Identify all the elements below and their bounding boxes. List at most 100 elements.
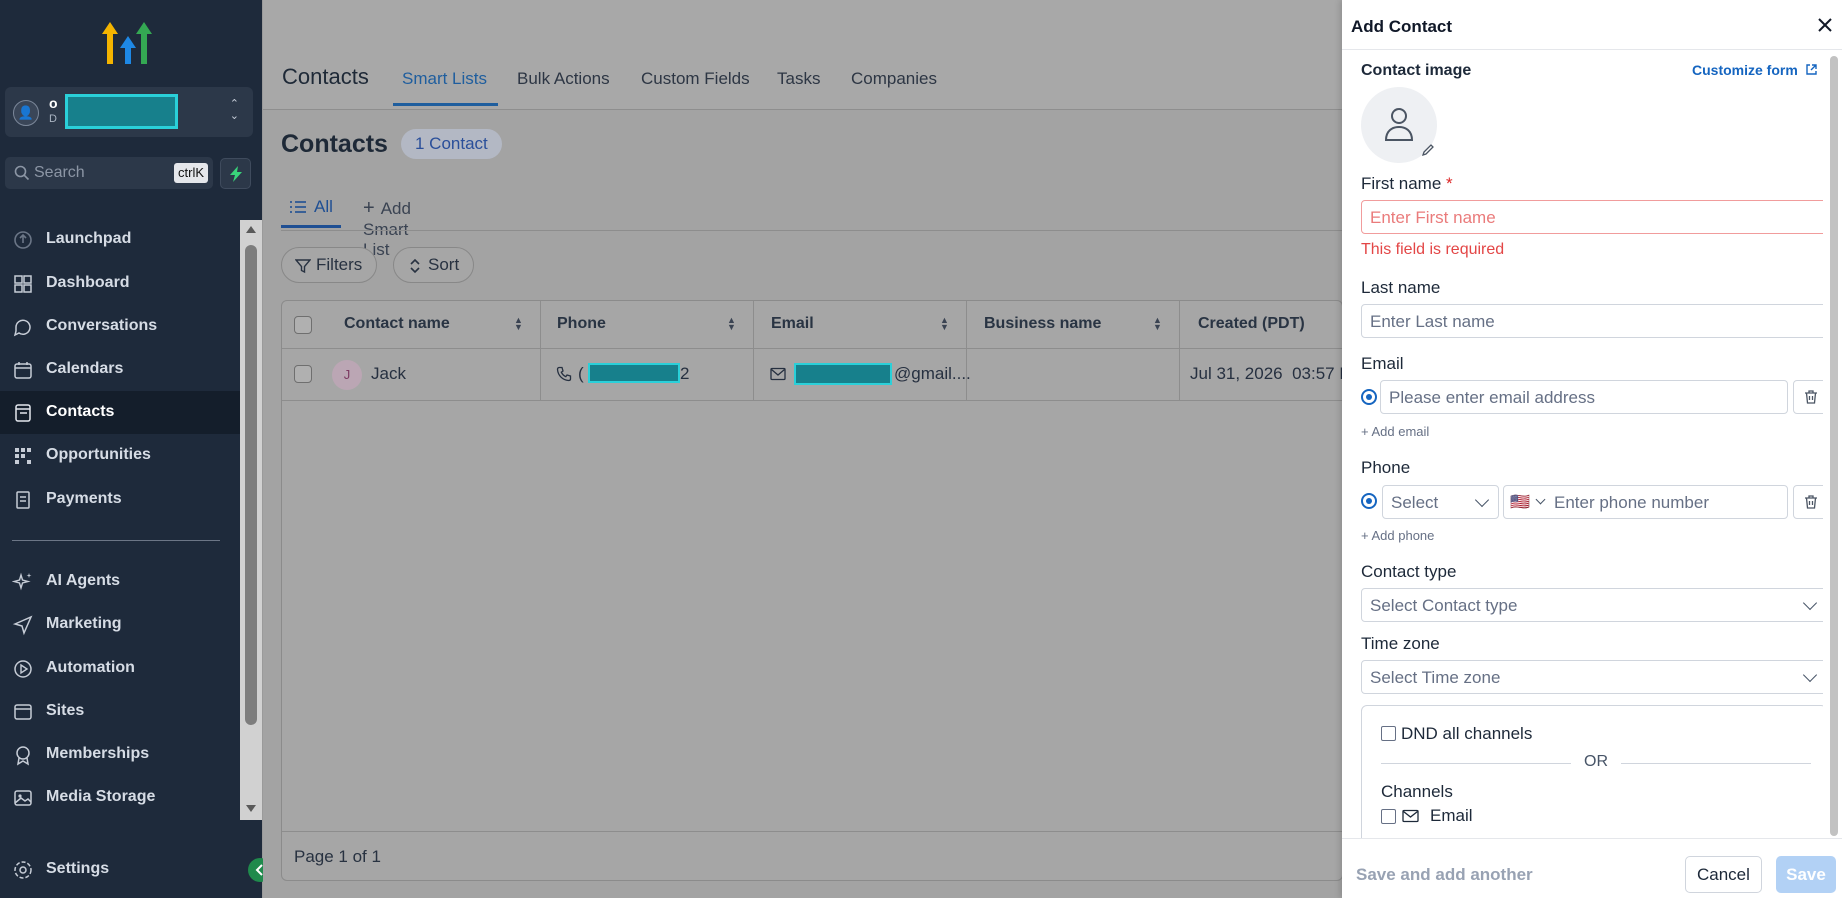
sidebar-item-label: Media Storage (46, 788, 156, 805)
sort-toggle-icon[interactable]: ▲ ▼ (940, 316, 950, 332)
column-header-contact-name[interactable]: Contact name (344, 315, 450, 333)
sidebar-item-calendars[interactable]: Calendars (0, 348, 240, 391)
primary-phone-radio[interactable] (1361, 493, 1377, 509)
sidebar-item-marketing[interactable]: Marketing (0, 603, 240, 646)
column-header-business-name[interactable]: Business name (984, 315, 1101, 333)
sidebar-item-label: Automation (46, 659, 135, 676)
tab-smart-lists[interactable]: Smart Lists (402, 69, 487, 89)
first-name-field[interactable]: Enter First name (1361, 200, 1823, 234)
primary-email-radio[interactable] (1361, 389, 1377, 405)
delete-email-button[interactable] (1793, 380, 1823, 414)
add-contact-drawer: Add Contact Contact image Customize form… (1342, 0, 1842, 898)
main-content: Contacts Smart Lists Bulk Actions Custom… (263, 0, 1351, 898)
sort-button[interactable]: Sort (393, 247, 475, 283)
sidebar-item-label: Launchpad (46, 230, 132, 247)
sidebar-item-opportunities[interactable]: Opportunities (0, 434, 240, 477)
tab-tasks[interactable]: Tasks (777, 69, 820, 89)
page-title: Contacts (281, 130, 388, 158)
sidebar-item-settings[interactable]: Settings (0, 848, 240, 891)
redacted-email (794, 363, 892, 385)
table-row[interactable]: J Jack ( 2 @gmail.... Jul 31, 2026 03:57… (282, 349, 1351, 401)
lightning-icon (230, 166, 242, 182)
pagination-label: Page 1 of 1 (294, 847, 381, 866)
dnd-email-label: Email (1430, 806, 1473, 825)
account-switcher[interactable]: 👤 o D ⌃ ⌄ (5, 87, 253, 137)
time-zone-select[interactable]: Select Time zone (1361, 660, 1823, 694)
sort-toggle-icon[interactable]: ▲ ▼ (514, 316, 524, 332)
phone-prefix: ( (578, 364, 584, 383)
row-checkbox[interactable] (294, 365, 312, 383)
scrollbar-thumb[interactable] (245, 245, 257, 725)
add-phone-link[interactable]: + Add phone (1361, 528, 1434, 543)
close-icon[interactable] (1816, 16, 1834, 34)
drawer-scrollbar[interactable] (1826, 50, 1842, 838)
last-name-placeholder: Enter Last name (1370, 312, 1495, 331)
sidebar-search[interactable]: Search ctrlK (5, 157, 213, 189)
contact-type-select[interactable]: Select Contact type (1361, 588, 1823, 622)
cancel-button[interactable]: Cancel (1685, 856, 1762, 893)
chat-icon (13, 319, 31, 337)
scrollbar-thumb[interactable] (1830, 56, 1838, 836)
sidebar-item-payments[interactable]: Payments (0, 478, 240, 521)
app-logo[interactable] (100, 18, 156, 68)
contact-type-placeholder: Select Contact type (1370, 596, 1518, 615)
nav-divider (12, 540, 220, 541)
scroll-up-icon[interactable] (246, 226, 256, 233)
phone-field[interactable]: 🇺🇸 Enter phone number (1503, 485, 1788, 519)
delete-phone-button[interactable] (1793, 485, 1823, 519)
save-button[interactable]: Save (1776, 856, 1836, 893)
launchpad-icon (14, 231, 32, 249)
column-header-created[interactable]: Created (PDT) (1198, 315, 1305, 333)
sidebar-item-media-storage[interactable]: Media Storage (0, 776, 240, 819)
sort-toggle-icon[interactable]: ▲ ▼ (727, 316, 737, 332)
email-field[interactable]: Please enter email address (1380, 380, 1788, 414)
scroll-down-icon[interactable] (246, 805, 256, 812)
account-name: o (49, 95, 58, 111)
dashboard-icon (14, 275, 32, 293)
header-title: Contacts (282, 64, 369, 89)
tab-companies[interactable]: Companies (851, 69, 937, 89)
pencil-icon[interactable] (1420, 142, 1436, 158)
external-link-icon (1805, 64, 1817, 75)
sidebar-item-memberships[interactable]: Memberships (0, 733, 240, 776)
dnd-email-checkbox[interactable] (1381, 809, 1396, 824)
sidebar-item-label: Memberships (46, 745, 150, 762)
phone-type-select[interactable]: Select (1382, 485, 1499, 519)
us-flag-icon[interactable]: 🇺🇸 (1510, 492, 1530, 512)
select-all-checkbox[interactable] (294, 316, 312, 334)
sidebar-item-automation[interactable]: Automation (0, 647, 240, 690)
sidebar-item-label: Calendars (46, 360, 124, 377)
last-name-field[interactable]: Enter Last name (1361, 304, 1823, 338)
contact-name[interactable]: Jack (371, 364, 406, 384)
channels-label: Channels (1381, 782, 1453, 801)
tab-bulk-actions[interactable]: Bulk Actions (517, 69, 610, 89)
sidebar-item-contacts[interactable]: Contacts (0, 391, 240, 434)
filter-icon (295, 259, 311, 274)
first-name-error: This field is required (1361, 241, 1505, 258)
filters-button[interactable]: Filters (281, 247, 378, 283)
column-header-email[interactable]: Email (771, 315, 814, 333)
email-suffix[interactable]: @gmail.... (894, 364, 971, 384)
or-label: OR (1584, 753, 1608, 770)
tab-custom-fields[interactable]: Custom Fields (641, 69, 750, 89)
sidebar-item-sites[interactable]: Sites (0, 690, 240, 733)
save-and-add-another-button[interactable]: Save and add another (1356, 865, 1533, 885)
sidebar-item-dashboard[interactable]: Dashboard (0, 262, 240, 305)
contact-image-label: Contact image (1361, 62, 1472, 79)
time-zone-placeholder: Select Time zone (1370, 668, 1501, 687)
customize-form-link[interactable]: Customize form (1692, 62, 1818, 78)
sidebar-item-conversations[interactable]: Conversations (0, 305, 240, 348)
quick-action-button[interactable] (220, 158, 251, 189)
sidebar-item-launchpad[interactable]: Launchpad (0, 218, 240, 261)
dnd-all-checkbox[interactable] (1381, 726, 1396, 741)
add-email-link[interactable]: + Add email (1361, 424, 1429, 439)
dnd-settings: DND all channels OR Channels Email (1361, 705, 1823, 838)
sidebar-scrollbar[interactable] (240, 220, 262, 820)
sort-toggle-icon[interactable]: ▲ ▼ (1153, 316, 1163, 332)
search-icon (14, 165, 30, 181)
tab-all-label: All (314, 197, 333, 216)
tab-all[interactable]: All (281, 185, 341, 230)
column-header-phone[interactable]: Phone (557, 315, 606, 333)
sidebar-item-ai-agents[interactable]: AI Agents (0, 560, 240, 603)
drawer-header: Add Contact (1342, 0, 1842, 50)
